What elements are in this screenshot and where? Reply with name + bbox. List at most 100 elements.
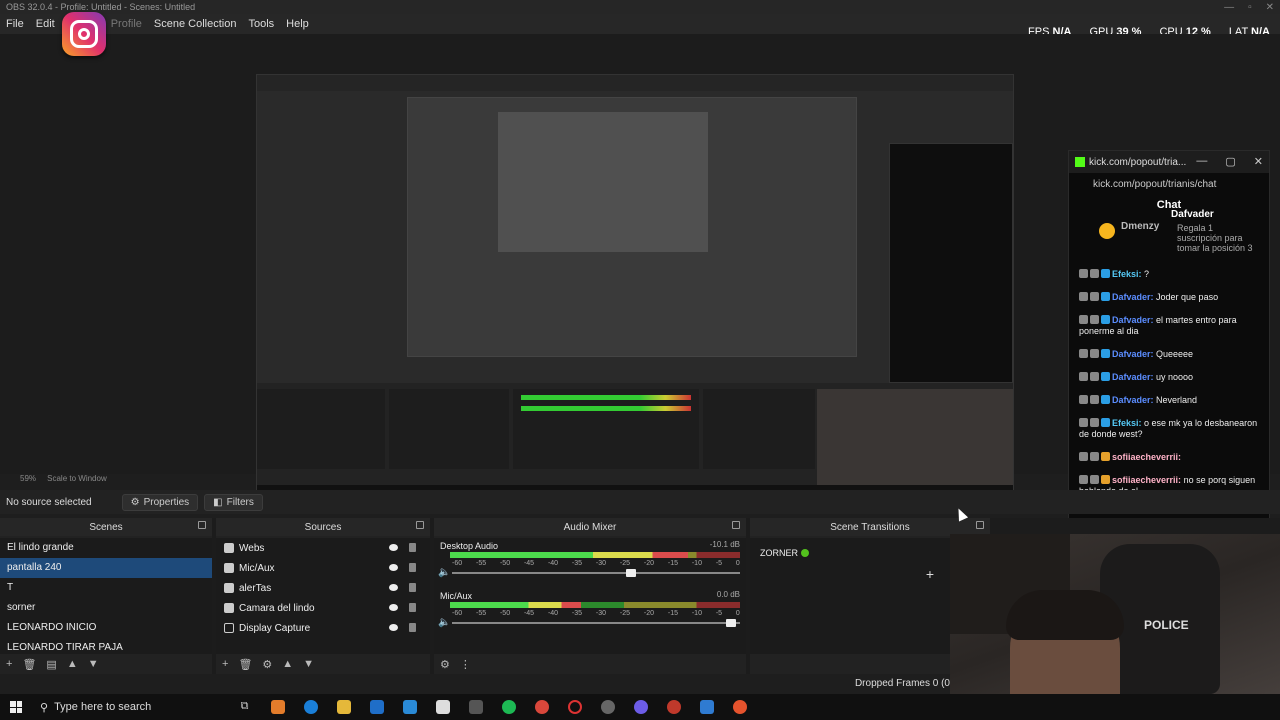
telegram-icon[interactable] <box>402 700 417 714</box>
settings-icon[interactable] <box>600 700 615 714</box>
menu-edit[interactable]: Edit <box>36 18 55 30</box>
down-icon[interactable]: ▼ <box>88 658 99 670</box>
eye-icon[interactable] <box>389 604 398 611</box>
tick-label: -5 <box>715 560 723 567</box>
windows-taskbar: ⚲ Type here to search ⧉ <box>0 694 1280 720</box>
add-icon[interactable]: + <box>6 658 12 670</box>
badge-icon <box>1079 452 1088 461</box>
source-item[interactable]: Camara del lindo <box>216 598 430 618</box>
eye-icon[interactable] <box>389 564 398 571</box>
zoom-level[interactable]: 59% <box>20 474 36 483</box>
add-transition-icon[interactable]: + <box>926 566 934 582</box>
volume-knob[interactable] <box>726 619 737 627</box>
scene-item[interactable]: LEONARDO TIRAR PAJA <box>0 638 212 654</box>
transition-item[interactable]: ZORNER <box>760 548 809 558</box>
lock-icon[interactable] <box>409 543 416 552</box>
scale-mode[interactable]: Scale to Window <box>47 474 107 483</box>
menu-help[interactable]: Help <box>286 18 309 30</box>
tick-label: -25 <box>619 610 631 617</box>
chat-minimize-icon[interactable]: — <box>1196 155 1207 168</box>
preview-area[interactable]: kick.com/popout/tria... — ▢ ✕ kick.com/p… <box>0 34 1280 570</box>
kick-icon <box>1075 157 1085 167</box>
up-icon[interactable]: ▲ <box>67 658 78 670</box>
lock-icon[interactable] <box>409 623 416 632</box>
popout-icon[interactable] <box>732 521 740 529</box>
scene-item[interactable]: sorner <box>0 598 212 618</box>
tick-label: -20 <box>643 610 654 617</box>
badge-icon <box>1079 315 1088 324</box>
scene-item[interactable]: T <box>0 578 212 598</box>
mixer-settings-icon[interactable]: ⚙ <box>440 658 450 671</box>
scene-item-selected[interactable]: pantalla 240 <box>0 558 212 578</box>
lock-icon[interactable] <box>409 563 416 572</box>
app-icon[interactable] <box>666 700 681 714</box>
obs-icon[interactable] <box>468 700 483 714</box>
lock-icon[interactable] <box>409 583 416 592</box>
streamer-hair <box>1006 590 1124 640</box>
menu-tools[interactable]: Tools <box>248 18 274 30</box>
minimize-icon[interactable]: — <box>1224 2 1234 13</box>
window-titlebar: OBS 32.0.4 - Profile: Untitled - Scenes:… <box>0 0 1280 14</box>
brave-icon[interactable] <box>732 700 747 714</box>
source-item[interactable]: Webs <box>216 538 430 558</box>
calendar-icon[interactable] <box>435 700 450 714</box>
down-icon[interactable]: ▼ <box>303 658 314 670</box>
file-explorer-icon[interactable] <box>336 700 351 714</box>
popout-icon[interactable] <box>198 521 206 529</box>
scenes-dock: Scenes El lindo grande pantalla 240 T so… <box>0 518 212 674</box>
properties-button[interactable]: ⚙ Properties <box>121 493 199 511</box>
dropped-frames: Dropped Frames 0 (0 <box>854 678 950 689</box>
popout-icon[interactable] <box>976 521 984 529</box>
channel-name: Desktop Audio <box>440 541 499 551</box>
speaker-icon[interactable]: 🔈 <box>438 567 450 578</box>
chat-maximize-icon[interactable]: ▢ <box>1225 155 1235 168</box>
volume-meter <box>450 602 740 608</box>
eye-icon[interactable] <box>389 544 398 551</box>
filter-icon[interactable]: ▤ <box>46 658 56 671</box>
copilot-icon[interactable] <box>270 700 285 714</box>
source-item[interactable]: alerTas <box>216 578 430 598</box>
chat-messages: Efeksi: ? Dafvader: Joder que paso Dafva… <box>1069 261 1269 497</box>
popout-icon[interactable] <box>416 521 424 529</box>
taskbar-search[interactable]: ⚲ Type here to search <box>32 694 228 720</box>
edge-icon[interactable] <box>303 700 318 714</box>
spotify-icon[interactable] <box>501 700 516 714</box>
trash-icon[interactable]: 🗑 <box>238 658 252 671</box>
menu-scene-collection[interactable]: Scene Collection <box>154 18 237 30</box>
add-icon[interactable]: + <box>222 658 228 670</box>
eye-icon[interactable] <box>389 624 398 631</box>
search-icon: ⚲ <box>40 701 49 714</box>
close-icon[interactable]: ✕ <box>1266 2 1274 13</box>
up-icon[interactable]: ▲ <box>282 658 293 670</box>
speaker-icon[interactable]: 🔈 <box>438 617 450 628</box>
task-view-icon[interactable]: ⧉ <box>238 700 252 714</box>
discord-icon[interactable] <box>633 700 648 714</box>
volume-slider[interactable] <box>452 569 740 577</box>
chat-header: Chat <box>1156 199 1182 211</box>
chrome-icon[interactable] <box>534 700 549 714</box>
volume-meter <box>450 552 740 558</box>
lock-icon[interactable] <box>409 603 416 612</box>
sources-list: Webs Mic/Aux alerTas Camara del lindo Di… <box>216 538 430 654</box>
volume-knob[interactable] <box>625 569 636 577</box>
scene-item[interactable]: El lindo grande <box>0 538 212 558</box>
scene-item[interactable]: LEONARDO INICIO <box>0 618 212 638</box>
menu-file[interactable]: File <box>6 18 24 30</box>
volume-slider[interactable] <box>452 619 740 627</box>
outlook-icon[interactable] <box>369 700 384 714</box>
trash-icon[interactable]: 🗑 <box>22 658 36 671</box>
maximize-icon[interactable]: ▫ <box>1248 2 1252 13</box>
source-item[interactable]: Display Capture <box>216 618 430 638</box>
filters-button[interactable]: ◧ Filters <box>204 493 263 511</box>
gear-icon[interactable]: ⚙ <box>262 658 272 671</box>
source-item[interactable]: Mic/Aux <box>216 558 430 578</box>
mixer-channels: Desktop Audio -10.1 dB -60 -55 -50 -45 -40 -3… <box>434 538 746 654</box>
windows-start-icon[interactable] <box>0 694 32 720</box>
tick-label: 0 <box>735 610 740 617</box>
opera-icon[interactable] <box>567 700 582 714</box>
shield-icon[interactable] <box>699 700 714 714</box>
more-icon[interactable]: ⋮ <box>460 658 471 671</box>
chat-close-icon[interactable]: ✕ <box>1254 155 1263 168</box>
eye-icon[interactable] <box>389 584 398 591</box>
menu-profile[interactable]: Profile <box>111 18 142 30</box>
